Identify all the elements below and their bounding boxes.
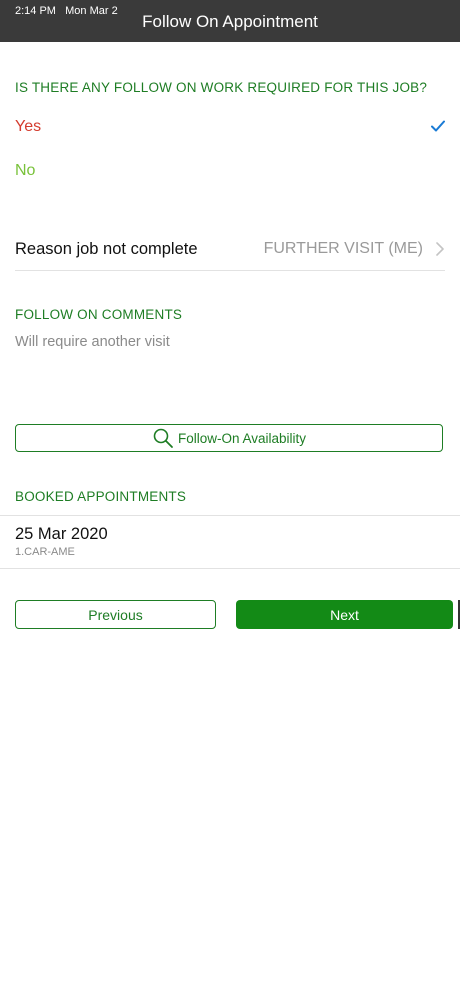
reason-row[interactable]: Reason job not complete FURTHER VISIT (M…	[15, 228, 445, 271]
booked-appointments-label: BOOKED APPOINTMENTS	[15, 489, 187, 504]
previous-button[interactable]: Previous	[15, 600, 216, 629]
reason-value: FURTHER VISIT (ME)	[263, 240, 423, 257]
follow-on-availability-label: Follow-On Availability	[177, 430, 307, 446]
option-yes[interactable]: Yes	[15, 118, 41, 136]
chevron-right-icon	[436, 242, 444, 256]
appointment-date: 25 Mar 2020	[15, 525, 108, 543]
header-bar: 2:14 PM Mon Mar 2 Follow On Appointment	[0, 0, 460, 42]
search-icon	[153, 428, 173, 448]
page-title: Follow On Appointment	[142, 12, 318, 31]
next-button[interactable]: Next	[236, 600, 453, 629]
follow-on-availability-button[interactable]: Follow-On Availability	[15, 424, 443, 452]
follow-on-question-label: IS THERE ANY FOLLOW ON WORK REQUIRED FOR…	[15, 80, 428, 95]
appointment-code: 1.CAR-AME	[15, 546, 75, 558]
follow-on-appointment-screen: 2:14 PM Mon Mar 2 Follow On Appointment …	[0, 0, 460, 996]
comments-field[interactable]: Will require another visit	[15, 334, 170, 350]
checkmark-icon	[431, 120, 445, 132]
reason-label: Reason job not complete	[15, 240, 198, 258]
comments-label: FOLLOW ON COMMENTS	[15, 307, 183, 322]
option-no[interactable]: No	[15, 162, 35, 180]
booked-appointment-row[interactable]: 25 Mar 2020 1.CAR-AME	[0, 515, 460, 569]
